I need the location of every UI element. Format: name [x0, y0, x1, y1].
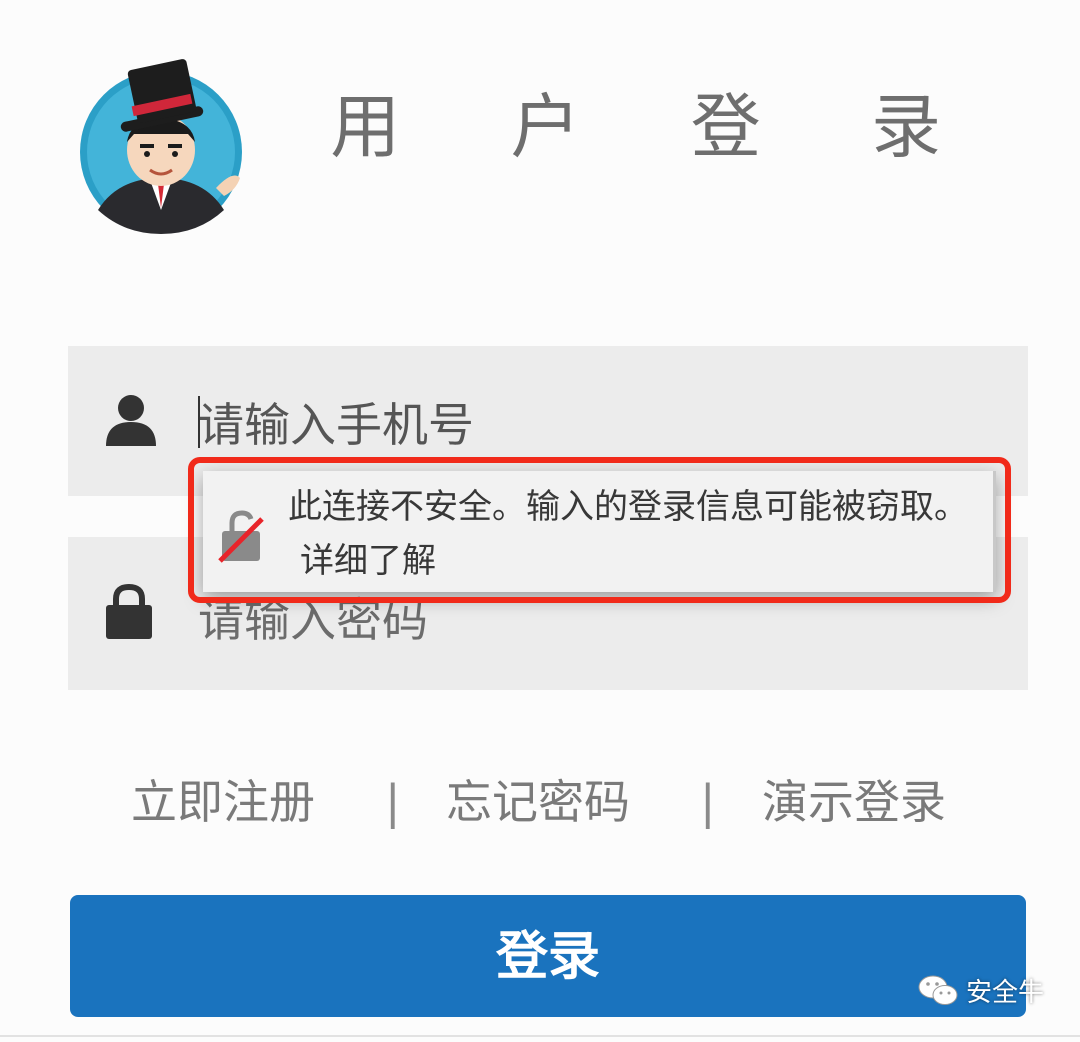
text-caret	[198, 396, 200, 448]
watermark-text: 安全牛	[966, 978, 1045, 1008]
watermark: 安全牛	[918, 972, 1044, 1009]
register-link[interactable]: 立即注册	[131, 772, 315, 832]
password-input[interactable]	[198, 590, 898, 650]
forgot-password-link[interactable]: 忘记密码	[446, 772, 630, 832]
avatar	[80, 59, 242, 234]
learn-more-link[interactable]: 详细了解	[300, 541, 436, 581]
lock-icon	[106, 583, 152, 639]
login-button[interactable]: 登录	[70, 895, 1026, 1017]
page-title: 用 户 登 录	[330, 86, 985, 168]
user-icon	[106, 395, 156, 446]
auth-links: 立即注册 | 忘记密码 | 演示登录	[0, 772, 1080, 832]
security-warning-message: 此连接不安全。输入的登录信息可能被窃取。	[288, 487, 968, 527]
link-separator: |	[700, 775, 716, 829]
wechat-icon	[918, 975, 958, 1005]
phone-input[interactable]	[198, 395, 898, 455]
demo-login-link[interactable]: 演示登录	[762, 772, 946, 832]
broken-lock-icon	[218, 510, 264, 563]
divider	[0, 1035, 1080, 1037]
security-warning-text: 此连接不安全。输入的登录信息可能被窃取。详细了解	[288, 480, 988, 588]
link-separator: |	[385, 775, 401, 829]
